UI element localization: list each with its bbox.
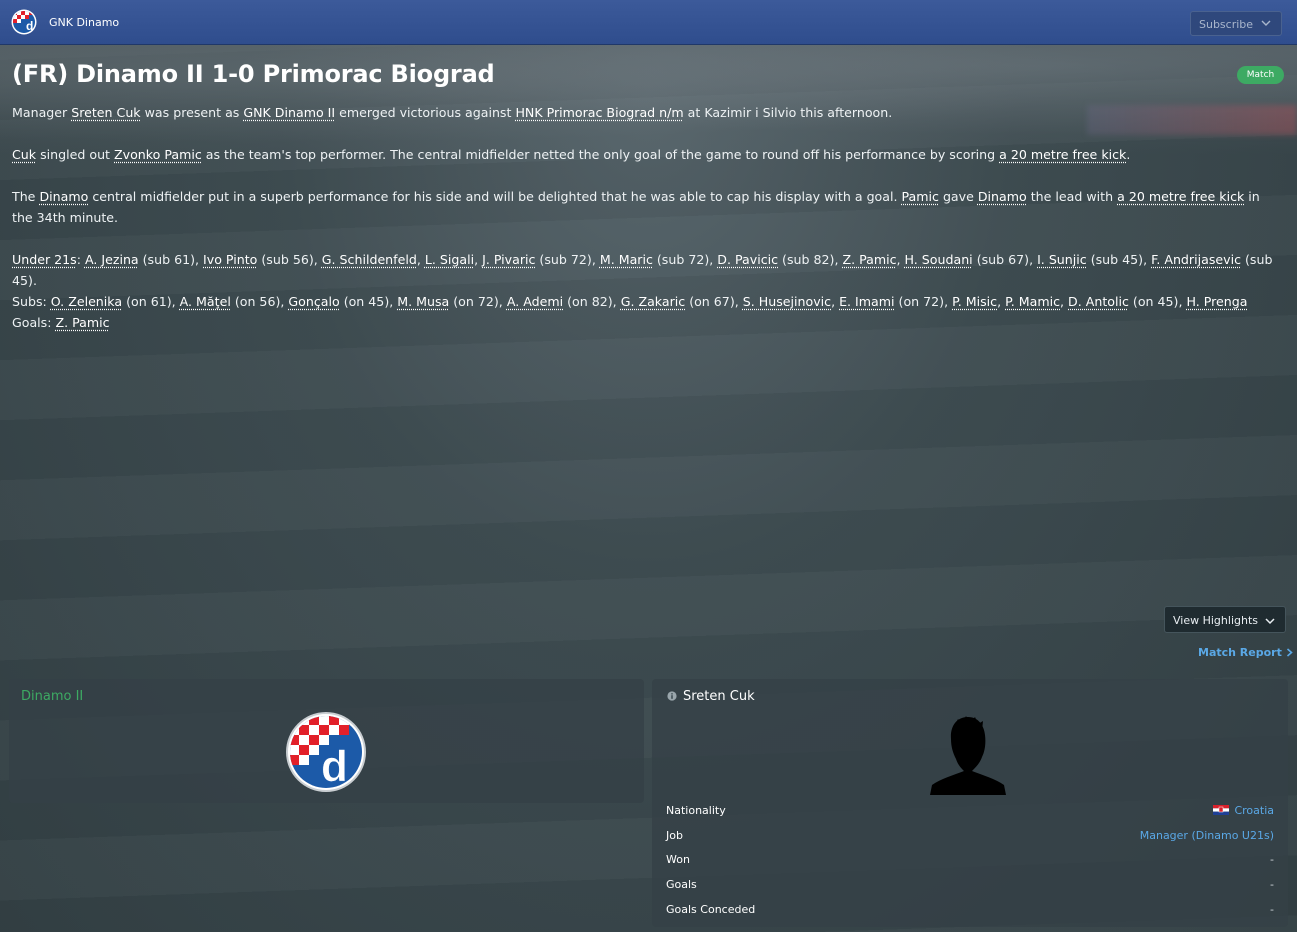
article-link[interactable]: Dinamo: [39, 189, 88, 204]
team-panel-title[interactable]: Dinamo II: [21, 689, 83, 704]
svg-text:d: d: [26, 19, 33, 33]
team-panel: Dinamo II d: [9, 679, 644, 803]
article-link[interactable]: Cuk: [12, 147, 36, 162]
article-link[interactable]: F. Andrijasevic: [1151, 252, 1241, 267]
article-link[interactable]: Gonçalo: [288, 294, 339, 309]
match-badge: Match: [1237, 66, 1284, 84]
chevron-right-icon: [1286, 648, 1293, 657]
article-link[interactable]: G. Schildenfeld: [322, 252, 417, 267]
article-link[interactable]: S. Husejinovic: [743, 294, 831, 309]
article-link[interactable]: HNK Primorac Biograd n/m: [515, 105, 683, 120]
manager-row-nationality: Nationality Croatia: [666, 804, 1274, 824]
manager-panel: Sreten Cuk Nationality Croatia Job Manag…: [652, 679, 1288, 927]
article-link[interactable]: Dinamo: [978, 189, 1027, 204]
view-highlights-dropdown[interactable]: View Highlights: [1164, 606, 1286, 633]
croatia-flag-icon: [1213, 805, 1230, 815]
article-link[interactable]: L. Sigali: [425, 252, 474, 267]
article-link[interactable]: GNK Dinamo II: [243, 105, 335, 120]
view-highlights-label: View Highlights: [1173, 614, 1258, 627]
match-report-label: Match Report: [1198, 646, 1282, 659]
article-link[interactable]: Sreten Cuk: [71, 105, 140, 120]
manager-silhouette-icon: [930, 716, 1006, 795]
article-paragraph-2: Cuk singled out Zvonko Pamic as the team…: [12, 147, 1131, 162]
dinamo-crest-icon[interactable]: d: [11, 9, 37, 35]
goals-label: Goals: [666, 878, 697, 891]
chevron-down-icon: [1261, 20, 1271, 26]
chevron-down-icon: [1265, 618, 1275, 625]
article-link[interactable]: P. Misic: [952, 294, 997, 309]
article-paragraph-3: The Dinamo central midfielder put in a s…: [12, 189, 1260, 225]
article-link[interactable]: Zvonko Pamic: [114, 147, 202, 162]
article-link[interactable]: a 20 metre free kick: [1117, 189, 1244, 204]
nationality-text: Croatia: [1234, 804, 1274, 817]
news-article: Manager Sreten Cuk was present as GNK Di…: [12, 102, 1284, 333]
article-link[interactable]: a 20 metre free kick: [999, 147, 1126, 162]
article-link[interactable]: Ivo Pinto: [203, 252, 257, 267]
manager-row-goals-conceded: Goals Conceded -: [666, 903, 1274, 923]
club-name[interactable]: GNK Dinamo: [49, 16, 119, 29]
manager-name[interactable]: Sreten Cuk: [683, 689, 755, 704]
article-link[interactable]: E. Imami: [839, 294, 894, 309]
article-link[interactable]: O. Zelenika: [51, 294, 122, 309]
article-link[interactable]: D. Pavicic: [717, 252, 778, 267]
subs-lineup: Subs: O. Zelenika (on 61), A. Măţel (on …: [12, 294, 1248, 309]
match-report-link[interactable]: Match Report: [1198, 646, 1293, 659]
article-link[interactable]: A. Jezina: [85, 252, 139, 267]
article-link[interactable]: M. Musa: [397, 294, 449, 309]
nationality-label: Nationality: [666, 804, 726, 817]
article-link[interactable]: I. Sunjic: [1037, 252, 1087, 267]
under21-lineup: Under 21s: A. Jezina (sub 61), Ivo Pinto…: [12, 252, 1273, 288]
article-link[interactable]: Z. Pamic: [842, 252, 896, 267]
goals-conceded-value: -: [1270, 903, 1274, 916]
top-bar: d GNK Dinamo Subscribe: [0, 0, 1297, 45]
article-paragraph-1: Manager Sreten Cuk was present as GNK Di…: [12, 105, 893, 120]
lineup-block: Under 21s: A. Jezina (sub 61), Ivo Pinto…: [12, 249, 1284, 333]
manager-row-job: Job Manager (Dinamo U21s): [666, 829, 1274, 849]
article-link[interactable]: H. Soudani: [905, 252, 973, 267]
dinamo-crest-icon[interactable]: d: [285, 711, 367, 793]
won-label: Won: [666, 853, 690, 866]
nationality-value[interactable]: Croatia: [1213, 804, 1274, 817]
job-value[interactable]: Manager (Dinamo U21s): [1140, 829, 1274, 842]
goals-conceded-label: Goals Conceded: [666, 903, 756, 916]
article-link[interactable]: M. Maric: [600, 252, 653, 267]
svg-text:d: d: [321, 742, 348, 791]
goalscorers: Goals: Z. Pamic: [12, 315, 110, 330]
goals-value: -: [1270, 878, 1274, 891]
subscribe-button[interactable]: Subscribe: [1190, 11, 1282, 36]
manager-row-won: Won -: [666, 853, 1274, 873]
job-label: Job: [666, 829, 683, 842]
article-link[interactable]: G. Zakaric: [621, 294, 686, 309]
info-icon[interactable]: [667, 691, 677, 701]
article-link[interactable]: Pamic: [902, 189, 939, 204]
article-link[interactable]: Z. Pamic: [56, 315, 110, 330]
won-value: -: [1270, 853, 1274, 866]
article-link[interactable]: Under 21s: [12, 252, 77, 267]
article-link[interactable]: J. Pivaric: [482, 252, 535, 267]
page-title: (FR) Dinamo II 1-0 Primorac Biograd: [12, 60, 495, 88]
article-link[interactable]: D. Antolic: [1068, 294, 1129, 309]
article-link[interactable]: A. Ademi: [507, 294, 563, 309]
manager-row-goals: Goals -: [666, 878, 1274, 898]
article-link[interactable]: A. Măţel: [180, 294, 231, 309]
article-link[interactable]: P. Mamic: [1005, 294, 1060, 309]
subscribe-label: Subscribe: [1199, 18, 1254, 31]
article-link[interactable]: H. Prenga: [1186, 294, 1247, 309]
